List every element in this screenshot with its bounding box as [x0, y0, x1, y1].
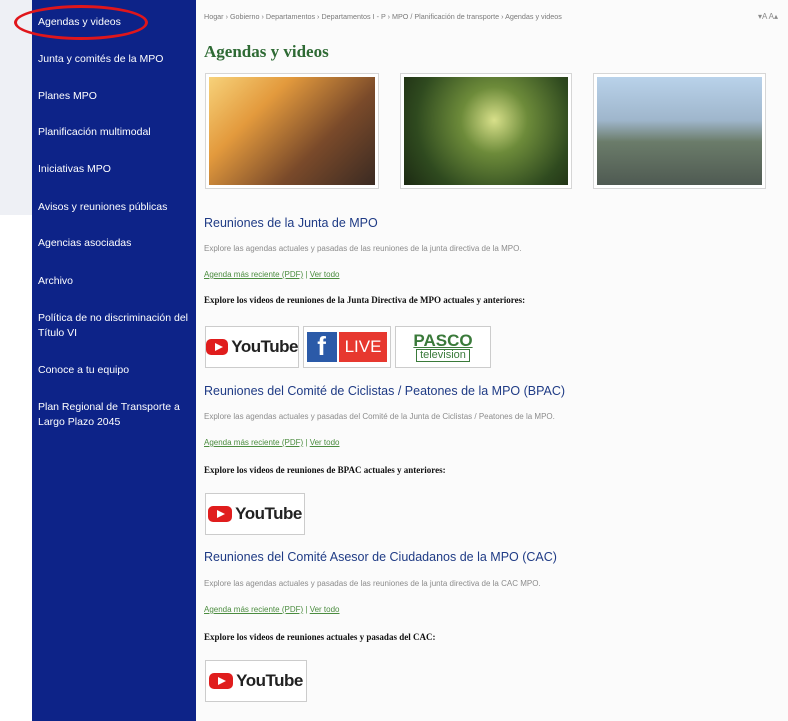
sidebar-item-planificacion-multimodal[interactable]: Planificación multimodal	[38, 125, 192, 140]
section-links-cac: Agenda más reciente (PDF) | Ver todo	[204, 605, 340, 614]
sidebar-item-iniciativas-mpo[interactable]: Iniciativas MPO	[38, 162, 192, 177]
section-links-junta: Agenda más reciente (PDF) | Ver todo	[204, 270, 340, 279]
sidebar-item-junta-comites[interactable]: Junta y comités de la MPO	[38, 52, 192, 67]
link-agenda-reciente-cac[interactable]: Agenda más reciente (PDF)	[204, 605, 303, 614]
facebook-live-button-junta[interactable]: f LIVE	[303, 326, 391, 368]
link-ver-todo-bpac[interactable]: Ver todo	[310, 438, 340, 447]
section-explore-bpac: Explore los videos de reuniones de BPAC …	[204, 465, 446, 475]
pasco-television-button-junta[interactable]: PASCO television	[395, 326, 491, 368]
youtube-play-icon	[206, 339, 229, 355]
sidebar-nav: Agendas y videos Junta y comités de la M…	[32, 0, 196, 721]
photo-bicycle-forest-trail	[400, 73, 572, 189]
section-explore-junta: Explore los videos de reuniones de la Ju…	[204, 295, 526, 305]
youtube-label: YouTube	[235, 504, 302, 523]
youtube-label: YouTube	[236, 671, 303, 690]
section-links-bpac: Agenda más reciente (PDF) | Ver todo	[204, 438, 340, 447]
section-desc-cac: Explore las agendas actuales y pasadas d…	[204, 579, 541, 588]
breadcrumb[interactable]: Hogar › Gobierno › Departamentos › Depar…	[204, 12, 562, 21]
section-desc-bpac: Explore las agendas actuales y pasadas d…	[204, 412, 555, 421]
youtube-play-icon	[209, 673, 234, 689]
section-title-cac: Reuniones del Comité Asesor de Ciudadano…	[204, 550, 557, 564]
facebook-icon: f	[306, 331, 337, 362]
section-explore-cac: Explore los videos de reuniones actuales…	[204, 632, 436, 642]
highlight-annotation-circle	[14, 5, 148, 40]
photo-highway-interchange	[593, 73, 766, 189]
youtube-button-cac[interactable]: YouTube	[205, 660, 307, 702]
sidebar-item-agencias-asociadas[interactable]: Agencias asociadas	[38, 236, 192, 251]
sidebar-item-avisos-reuniones[interactable]: Avisos y reuniones públicas	[38, 200, 192, 215]
pasco-logo-bottom: television	[416, 349, 470, 362]
section-desc-junta: Explore las agendas actuales y pasadas d…	[204, 244, 522, 253]
sidebar-item-planes-mpo[interactable]: Planes MPO	[38, 89, 192, 104]
link-agenda-reciente-bpac[interactable]: Agenda más reciente (PDF)	[204, 438, 303, 447]
section-title-junta: Reuniones de la Junta de MPO	[204, 216, 378, 230]
youtube-play-icon	[208, 506, 233, 522]
youtube-label: YouTube	[231, 337, 298, 356]
live-label: LIVE	[338, 332, 388, 362]
youtube-button-bpac[interactable]: YouTube	[205, 493, 305, 535]
sidebar-item-politica-titulo-vi[interactable]: Política de no discriminación del Título…	[38, 311, 192, 341]
sidebar-item-plan-regional-2045[interactable]: Plan Regional de Transporte a Largo Plaz…	[38, 400, 192, 430]
pasco-logo-top: PASCO	[413, 331, 473, 350]
main-content: Hogar › Gobierno › Departamentos › Depar…	[196, 0, 788, 721]
page-title: Agendas y videos	[204, 42, 329, 61]
font-size-controls[interactable]: ▾A A▴	[758, 12, 778, 21]
sidebar-item-conoce-equipo[interactable]: Conoce a tu equipo	[38, 363, 192, 378]
link-agenda-reciente-junta[interactable]: Agenda más reciente (PDF)	[204, 270, 303, 279]
section-title-bpac: Reuniones del Comité de Ciclistas / Peat…	[204, 384, 566, 398]
pasco-television-logo: PASCO television	[413, 331, 473, 362]
sidebar-item-archivo[interactable]: Archivo	[38, 274, 192, 289]
link-ver-todo-cac[interactable]: Ver todo	[310, 605, 340, 614]
background-left-panel	[0, 0, 32, 721]
photo-cyclist-sunset	[205, 73, 379, 189]
link-ver-todo-junta[interactable]: Ver todo	[310, 270, 340, 279]
youtube-button-junta[interactable]: YouTube	[205, 326, 299, 368]
